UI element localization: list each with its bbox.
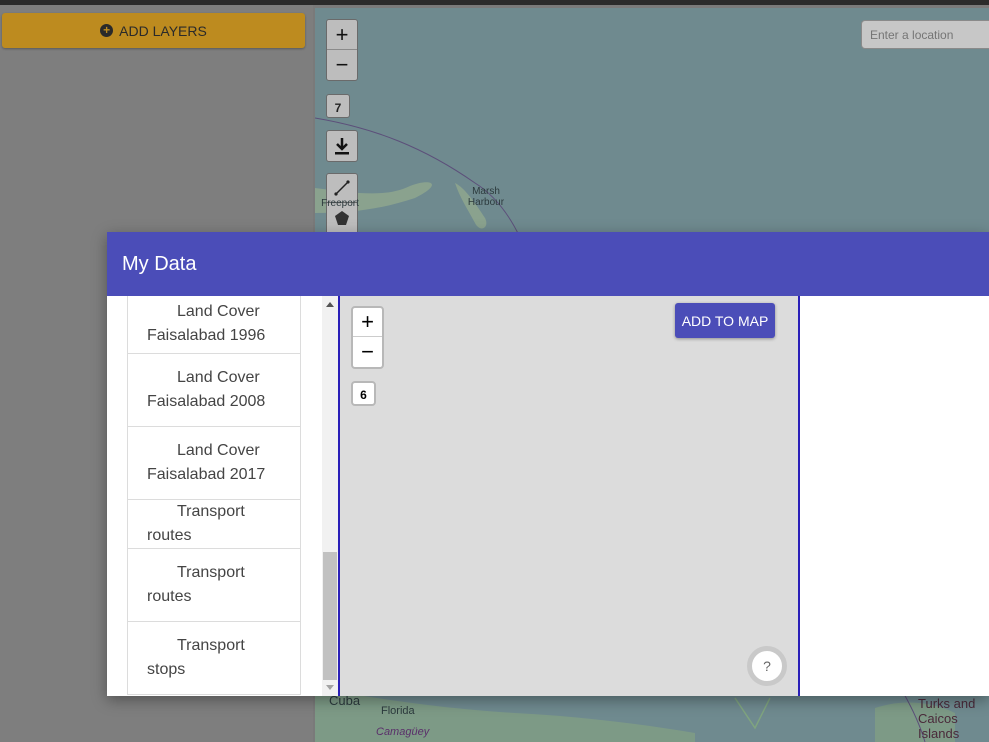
map-zoom-in-button[interactable]: +: [327, 20, 357, 50]
map-zoom-control: + −: [326, 19, 358, 81]
preview-zoom-control: + −: [351, 306, 384, 369]
scroll-down-arrow-icon[interactable]: [326, 685, 334, 690]
add-layers-label: ADD LAYERS: [119, 22, 207, 39]
layer-list-item[interactable]: Transport routes: [127, 549, 301, 622]
layer-list-item-label: Land Cover Faisalabad 2017: [147, 442, 266, 483]
layer-list: Land Cover Faisalabad 1996 Land Cover Fa…: [127, 296, 301, 696]
layer-list-item-label: Land Cover Faisalabad 2008: [147, 369, 266, 410]
map-label-marsh-harbour: Marsh Harbour: [467, 186, 505, 208]
map-label-cuba: Cuba: [329, 693, 361, 708]
map-label-freeport: Freeport: [321, 198, 359, 209]
draw-polygon-icon: [335, 210, 349, 225]
help-icon: ?: [763, 658, 771, 674]
modal-header: My Data: [107, 232, 989, 296]
layer-list-item-label: Transport stops: [147, 637, 245, 678]
modal-title: My Data: [122, 252, 197, 275]
preview-zoom-level: 6: [351, 381, 376, 406]
map-zoom-out-button[interactable]: −: [327, 50, 357, 80]
download-icon: [335, 138, 349, 155]
map-zoom-level: 7: [326, 94, 350, 118]
add-layers-button[interactable]: + ADD LAYERS: [2, 13, 305, 48]
download-button[interactable]: [326, 130, 358, 162]
plus-circle-icon: +: [100, 24, 114, 37]
preview-zoom-in-button[interactable]: +: [353, 308, 382, 337]
my-data-modal: My Data Land Cover Faisalabad 1996 Land …: [107, 232, 989, 696]
layer-list-item-label: Land Cover Faisalabad 1996: [147, 303, 266, 344]
layer-list-item[interactable]: Land Cover Faisalabad 1996: [127, 296, 301, 354]
scroll-up-arrow-icon[interactable]: [326, 302, 334, 307]
layer-list-item[interactable]: Land Cover Faisalabad 2017: [127, 427, 301, 500]
layer-list-item[interactable]: Transport routes: [127, 500, 301, 549]
draw-line-icon: [334, 180, 350, 196]
map-label-turks-caicos: Turks and Caicos Islands: [918, 696, 976, 741]
layer-list-item[interactable]: Land Cover Faisalabad 2008: [127, 354, 301, 427]
modal-body: Land Cover Faisalabad 1996 Land Cover Fa…: [107, 296, 989, 696]
map-label-camaguey: Camagüey: [376, 726, 430, 738]
add-to-map-button[interactable]: ADD TO MAP: [675, 303, 775, 338]
preview-zoom-out-button[interactable]: −: [353, 337, 382, 366]
layer-list-item[interactable]: Transport stops: [127, 622, 301, 695]
layer-list-item-label: Transport routes: [147, 503, 245, 544]
layer-list-item-label: Transport routes: [147, 564, 245, 605]
help-button[interactable]: ?: [747, 646, 787, 686]
layer-preview-map[interactable]: + − 6 ADD TO MAP ?: [338, 296, 800, 696]
scrollbar-thumb[interactable]: [323, 552, 337, 680]
map-label-florida: Florida: [381, 705, 415, 717]
location-search-input[interactable]: [861, 20, 989, 49]
layer-list-scrollbar[interactable]: [322, 296, 338, 696]
